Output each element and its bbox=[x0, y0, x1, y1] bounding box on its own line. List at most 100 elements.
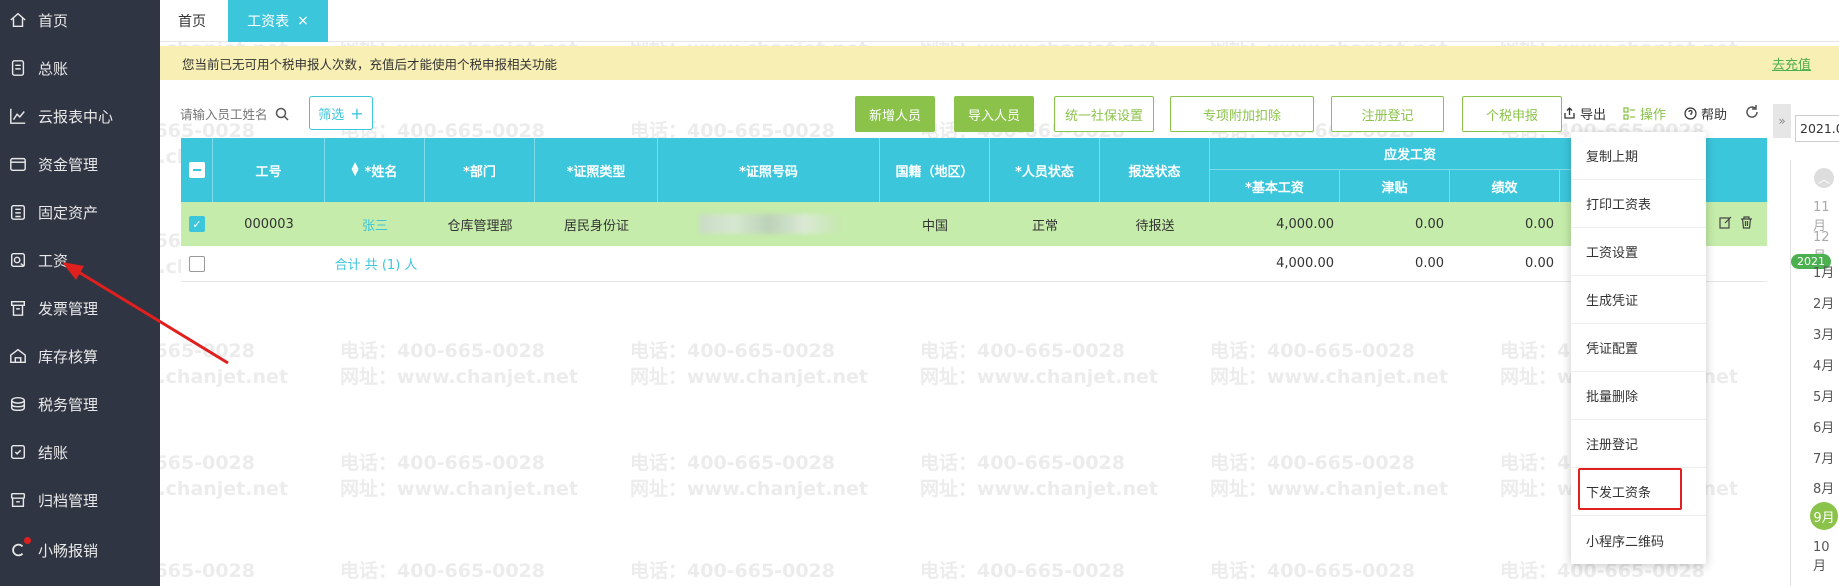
sidebar-item-label: 税务管理 bbox=[38, 395, 99, 414]
watermark-text: 电话：400-665-0028 bbox=[340, 560, 545, 582]
header-base: *基本工资 bbox=[1210, 170, 1340, 202]
edit-icon[interactable] bbox=[1719, 216, 1732, 229]
archive-icon bbox=[8, 490, 28, 510]
sidebar-item-label: 发票管理 bbox=[38, 299, 99, 318]
sidebar-item-inventory[interactable]: 库存核算 bbox=[0, 338, 160, 374]
menu-register[interactable]: 注册登记 bbox=[1571, 420, 1706, 468]
tax-declaration-button[interactable]: 个税申报 bbox=[1462, 96, 1562, 132]
import-employee-button[interactable]: 导入人员 bbox=[954, 96, 1034, 132]
sidebar-item-funds[interactable]: 资金管理 bbox=[0, 146, 160, 182]
sidebar-item-fixed-assets[interactable]: 固定资产 bbox=[0, 194, 160, 230]
filter-label: 筛选 bbox=[318, 107, 345, 123]
notice-text: 您当前已无可用个税申报人次数，充值后才能使用个税申报相关功能 bbox=[182, 56, 558, 72]
header-country: 国籍（地区） bbox=[880, 138, 990, 202]
month-item[interactable]: 10月 bbox=[1813, 540, 1839, 574]
sidebar-item-archive[interactable]: 归档管理 bbox=[0, 482, 160, 518]
table-row[interactable]: ✓ 000003 张三 仓库管理部 居民身份证 中国 正常 待报送 4,000.… bbox=[181, 202, 1767, 246]
menu-batch-delete[interactable]: 批量删除 bbox=[1571, 372, 1706, 420]
month-item[interactable]: 2月 bbox=[1813, 293, 1834, 312]
watermark-text: 电话：400-665-0028 bbox=[340, 452, 545, 474]
header-id: 工号 bbox=[213, 138, 325, 202]
month-item[interactable]: 11月 bbox=[1813, 200, 1839, 234]
watermark-text: 网址：www.chanjet.net bbox=[1210, 366, 1448, 388]
month-item[interactable]: 6月 bbox=[1813, 417, 1834, 436]
tab-home-label: 首页 bbox=[178, 14, 206, 30]
cell-cert-type: 居民身份证 bbox=[563, 218, 629, 234]
export-icon bbox=[1564, 107, 1575, 119]
search-input[interactable] bbox=[180, 106, 275, 122]
recharge-link[interactable]: 去充值 bbox=[1772, 54, 1811, 73]
help-label: 帮助 bbox=[1701, 108, 1728, 123]
summary-bonus: 0.00 bbox=[1525, 256, 1554, 271]
tab-salary-label: 工资表 bbox=[247, 14, 290, 30]
month-item-active[interactable]: 9月 bbox=[1810, 502, 1838, 530]
sidebar-item-tax[interactable]: 税务管理 bbox=[0, 386, 160, 422]
export-button[interactable]: 导出 bbox=[1563, 104, 1606, 123]
month-item[interactable]: 8月 bbox=[1813, 478, 1834, 497]
sidebar: 首页 总账 云报表中心 资金管理 固定资产 工资 发票管理 库存核算 税务管理 … bbox=[0, 0, 160, 586]
watermark-text: 网址：www.chanjet.net bbox=[1500, 582, 1738, 586]
summary-row: 合计 共 (1) 人 4,000.00 0.00 0.00 bbox=[181, 246, 1767, 282]
delete-icon[interactable] bbox=[1740, 216, 1753, 229]
watermark-text: 网址：www.chanjet.net bbox=[340, 366, 578, 388]
sidebar-item-label: 首页 bbox=[38, 11, 69, 30]
watermark-text: 网址：www.chanjet.net bbox=[920, 582, 1158, 586]
sidebar-item-home[interactable]: 首页 bbox=[0, 2, 160, 38]
header-report: 报送状态 bbox=[1100, 138, 1210, 202]
search-icon[interactable] bbox=[275, 107, 289, 121]
month-item[interactable]: 3月 bbox=[1813, 324, 1834, 343]
summary-checkbox[interactable] bbox=[181, 246, 213, 281]
menu-print-salary[interactable]: 打印工资表 bbox=[1571, 180, 1706, 228]
help-button[interactable]: 帮助 bbox=[1684, 104, 1727, 123]
tab-salary-sheet[interactable]: 工资表 × bbox=[228, 0, 328, 42]
special-deduction-button[interactable]: 专项附加扣除 bbox=[1170, 96, 1314, 132]
collapse-chevron-icon[interactable]: » bbox=[1773, 104, 1791, 138]
sidebar-item-report-center[interactable]: 云报表中心 bbox=[0, 98, 160, 134]
sidebar-item-label: 结账 bbox=[38, 443, 69, 462]
add-employee-button[interactable]: 新增人员 bbox=[855, 96, 935, 132]
header-name[interactable]: ▲ ▼ *姓名 bbox=[325, 138, 425, 202]
menu-copy-previous[interactable]: 复制上期 bbox=[1571, 132, 1706, 180]
home-icon bbox=[8, 10, 28, 30]
header-allowance: 津贴 bbox=[1340, 170, 1450, 202]
tab-home[interactable]: 首页 bbox=[178, 0, 206, 42]
register-button[interactable]: 注册登记 bbox=[1331, 96, 1444, 132]
close-icon[interactable]: × bbox=[297, 13, 309, 29]
month-selector: ︿ 11月 12月 2021 1月 2月 3月 4月 5月 6月 7月 8月 9… bbox=[1790, 160, 1839, 586]
watermark-text: 电话：400-665-0028 bbox=[630, 560, 835, 582]
summary-count: 合计 共 (1) 人 bbox=[334, 258, 418, 273]
sidebar-item-salary[interactable]: 工资 bbox=[0, 242, 160, 278]
money-icon bbox=[8, 154, 28, 174]
checkout-icon bbox=[8, 442, 28, 462]
tax-icon bbox=[8, 394, 28, 414]
sidebar-item-invoice[interactable]: 发票管理 bbox=[0, 290, 160, 326]
menu-miniprogram-qr[interactable]: 小程序二维码 bbox=[1571, 516, 1706, 564]
chevron-up-icon[interactable]: ︿ bbox=[1814, 168, 1834, 188]
menu-voucher-config[interactable]: 凭证配置 bbox=[1571, 324, 1706, 372]
period-date-field[interactable]: 2021.0 bbox=[1795, 115, 1839, 142]
cell-name-link[interactable]: 张三 bbox=[325, 202, 425, 246]
row-checkbox[interactable]: ✓ bbox=[181, 202, 213, 246]
sidebar-item-ledger[interactable]: 总账 bbox=[0, 50, 160, 86]
cell-country: 中国 bbox=[921, 218, 948, 234]
month-item[interactable]: 4月 bbox=[1813, 355, 1834, 374]
select-all-checkbox[interactable] bbox=[181, 138, 213, 202]
refresh-icon[interactable] bbox=[1744, 104, 1760, 120]
sort-icon: ▲ ▼ bbox=[351, 161, 359, 178]
month-item[interactable]: 7月 bbox=[1813, 448, 1834, 467]
month-item[interactable]: 5月 bbox=[1813, 386, 1834, 405]
summary-allowance: 0.00 bbox=[1415, 256, 1444, 271]
sidebar-item-reimburse[interactable]: 小畅报销 bbox=[0, 532, 160, 568]
cell-status: 正常 bbox=[1031, 218, 1058, 234]
menu-generate-voucher[interactable]: 生成凭证 bbox=[1571, 276, 1706, 324]
sidebar-item-closing[interactable]: 结账 bbox=[0, 434, 160, 470]
menu-salary-settings[interactable]: 工资设置 bbox=[1571, 228, 1706, 276]
watermark-text: 电话：400-665-0028 bbox=[920, 560, 1125, 582]
header-name-label: *姓名 bbox=[364, 164, 398, 180]
tab-bar: 首页 工资表 × bbox=[160, 0, 1839, 42]
filter-button[interactable]: 筛选 + bbox=[309, 96, 373, 130]
grid-icon bbox=[1623, 107, 1635, 120]
month-item[interactable]: 1月 bbox=[1813, 262, 1834, 281]
social-security-button[interactable]: 统一社保设置 bbox=[1054, 96, 1154, 132]
operate-button[interactable]: 操作 bbox=[1623, 104, 1666, 123]
